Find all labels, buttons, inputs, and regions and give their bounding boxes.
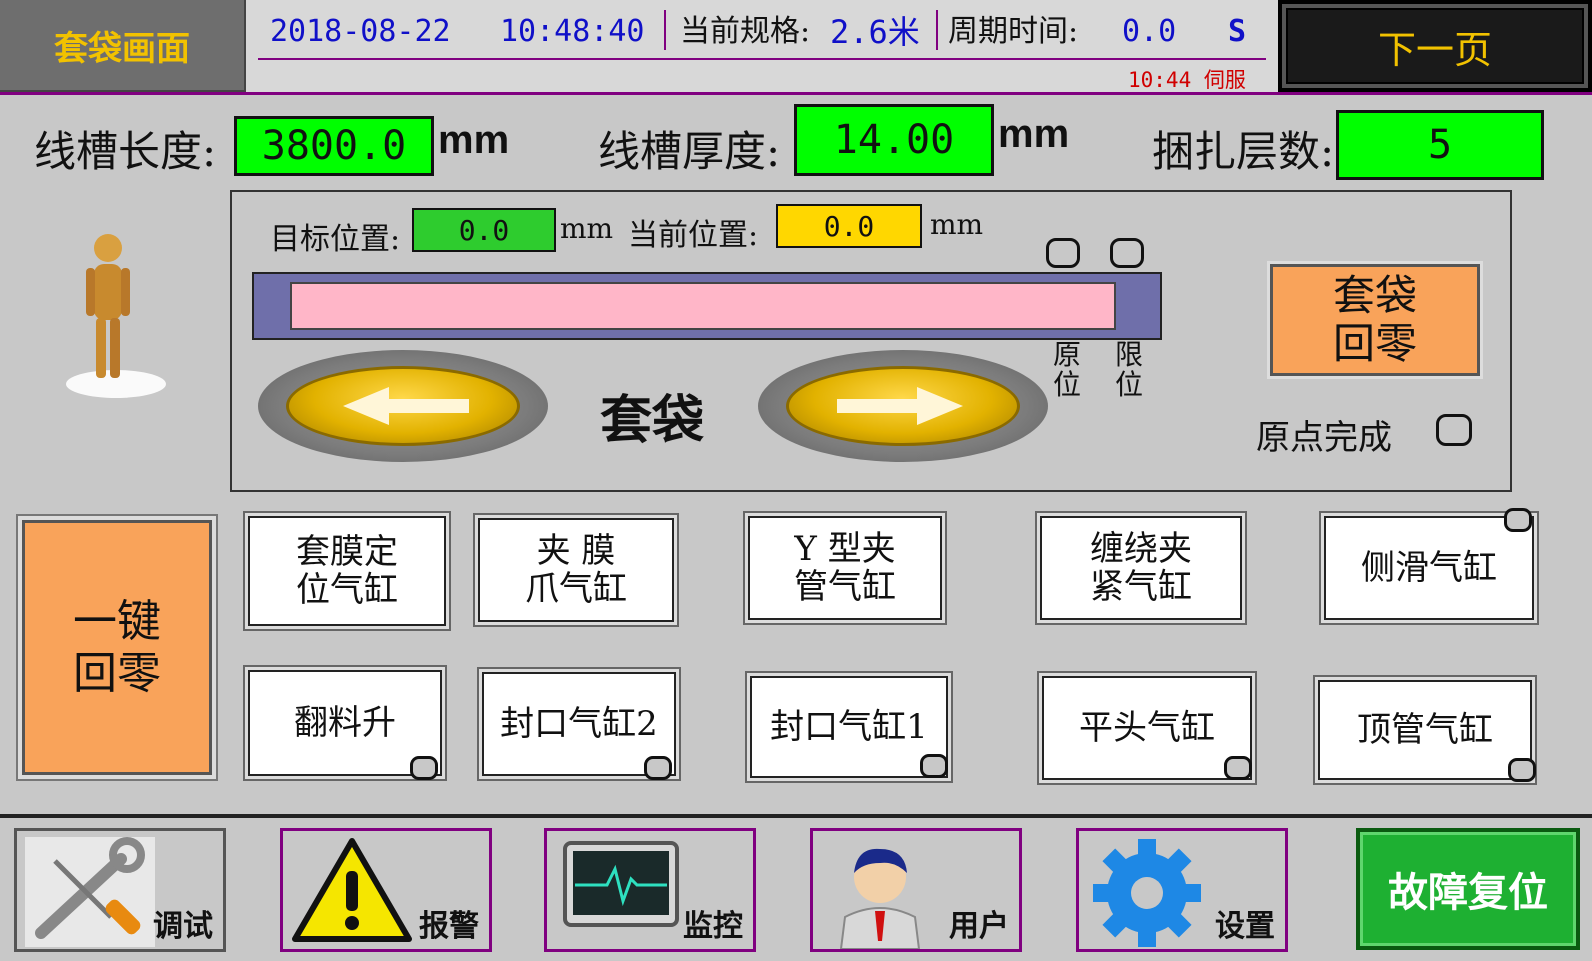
bind-layers-label: 捆扎层数: [1152,127,1335,176]
date-display: 2018-08-22 [270,14,451,49]
bag-zero-label-line2: 回零 [1332,319,1417,368]
cylinder-label: 平头气缸 [1079,708,1215,748]
limit-indicator-led [1110,238,1144,268]
top-pipe-cylinder-button[interactable]: 顶管气缸 [1318,680,1532,780]
seal-cylinder-1-led [920,754,948,778]
nav-debug-label: 调试 [153,909,213,944]
current-position-label: 当前位置: [628,218,759,253]
origin-label: 原位 [1052,338,1081,401]
right-arrow-icon [837,387,963,425]
jog-right-button-face [786,366,1020,446]
cycle-time-unit: S [1228,14,1247,49]
slot-thickness-input[interactable]: 14.00 [794,104,994,176]
person-figure-icon [66,234,166,398]
flat-head-cylinder-button[interactable]: 平头气缸 [1042,676,1252,780]
status-separator [664,10,666,50]
origin-done-led [1436,414,1472,446]
nav-debug-button[interactable]: 调试 [14,828,226,952]
side-slide-cylinder-button[interactable]: 侧滑气缸 [1324,516,1534,620]
one-key-zero-button[interactable]: 一键 回零 [22,520,212,775]
side-slide-cylinder-led [1504,508,1532,532]
cylinder-label: 翻料升 [294,703,396,743]
winding-clamp-cylinder-button[interactable]: 缠绕夹 紧气缸 [1040,516,1242,620]
jog-left-button[interactable] [258,350,548,462]
cylinder-label: 紧气缸 [1090,567,1192,607]
seal-cylinder-2-led [644,756,672,780]
cylinder-label: 夹 膜 [536,531,616,571]
target-position-unit: mm [560,212,614,245]
spec-label: 当前规格: [680,14,811,49]
cylinder-label: 管气缸 [794,567,896,607]
bag-zero-button[interactable]: 套袋 回零 [1270,264,1480,376]
user-avatar-icon [839,848,921,949]
slot-length-label: 线槽长度: [34,127,217,176]
jog-label: 套袋 [600,390,705,451]
spec-value: 2.6米 [830,13,920,51]
y-pipe-clamp-cylinder-button[interactable]: Y 型夹 管气缸 [748,516,942,620]
position-track-bar [290,282,1116,330]
nav-alarm-label: 报警 [419,909,479,944]
status-separator [936,10,938,50]
slot-thickness-unit: mm [998,112,1070,156]
jog-left-button-face [286,366,520,446]
slot-thickness-label: 线槽厚度: [598,127,781,176]
gear-icon [1093,839,1201,947]
flat-head-cylinder-led [1224,756,1252,780]
current-position-value: 0.0 [776,204,922,248]
warning-triangle-icon [292,838,412,942]
cylinder-label: 顶管气缸 [1357,710,1493,750]
time-display: 10:48:40 [500,14,645,49]
slot-length-unit: mm [438,118,510,162]
seal-cylinder-1-button[interactable]: 封口气缸1 [750,676,948,778]
wrench-screwdriver-icon [25,837,155,947]
cylinder-label: 位气缸 [296,570,398,610]
cylinder-label: 侧滑气缸 [1361,548,1497,588]
cylinder-label: 缠绕夹 [1090,529,1192,569]
screen-title: 套袋画面 [54,28,190,69]
nav-settings-label: 设置 [1215,909,1275,944]
top-pipe-cylinder-led [1508,758,1536,782]
nav-monitor-button[interactable]: 监控 [544,828,756,952]
one-key-zero-line2: 回零 [73,647,161,699]
bottom-nav-bar [0,814,1592,961]
slot-length-input[interactable]: 3800.0 [234,116,434,176]
origin-indicator-led [1046,238,1080,268]
material-flip-lift-led [410,756,438,780]
fault-reset-button[interactable]: 故障复位 [1356,828,1580,950]
cylinder-label: 封口气缸2 [500,704,658,744]
next-page-button[interactable]: 下一页 [1282,4,1588,88]
cycle-time-label: 周期时间: [948,14,1079,49]
status-divider [258,58,1266,60]
target-position-label: 目标位置: [270,222,401,257]
film-clamp-cylinder-button[interactable]: 夹 膜 爪气缸 [478,518,674,622]
jog-right-button[interactable] [758,350,1048,462]
target-position-value[interactable]: 0.0 [412,208,556,252]
current-position-unit: mm [930,208,984,241]
cylinder-label: 爪气缸 [525,569,627,609]
nav-user-button[interactable]: 用户 [810,828,1022,952]
cylinder-label: Y 型夹 [794,529,896,569]
heart-monitor-icon [563,841,679,927]
origin-done-label: 原点完成 [1256,418,1392,458]
cylinder-label: 套膜定 [296,532,398,572]
bag-zero-label-line1: 套袋 [1332,271,1417,320]
nav-monitor-label: 监控 [683,909,743,944]
nav-settings-button[interactable]: 设置 [1076,828,1288,952]
bind-layers-input[interactable]: 5 [1336,110,1544,180]
one-key-zero-line1: 一键 [73,595,161,647]
servo-alarm-message: 10:44 伺服 [1128,68,1246,92]
limit-label: 限位 [1114,338,1143,401]
screen-title-box: 套袋画面 [0,0,246,92]
cycle-time-value: 0.0 [1122,14,1177,49]
left-arrow-icon [343,387,469,425]
film-positioning-cylinder-button[interactable]: 套膜定 位气缸 [248,516,446,626]
cylinder-label: 封口气缸1 [770,707,928,747]
nav-user-label: 用户 [949,909,1009,944]
nav-alarm-button[interactable]: 报警 [280,828,492,952]
